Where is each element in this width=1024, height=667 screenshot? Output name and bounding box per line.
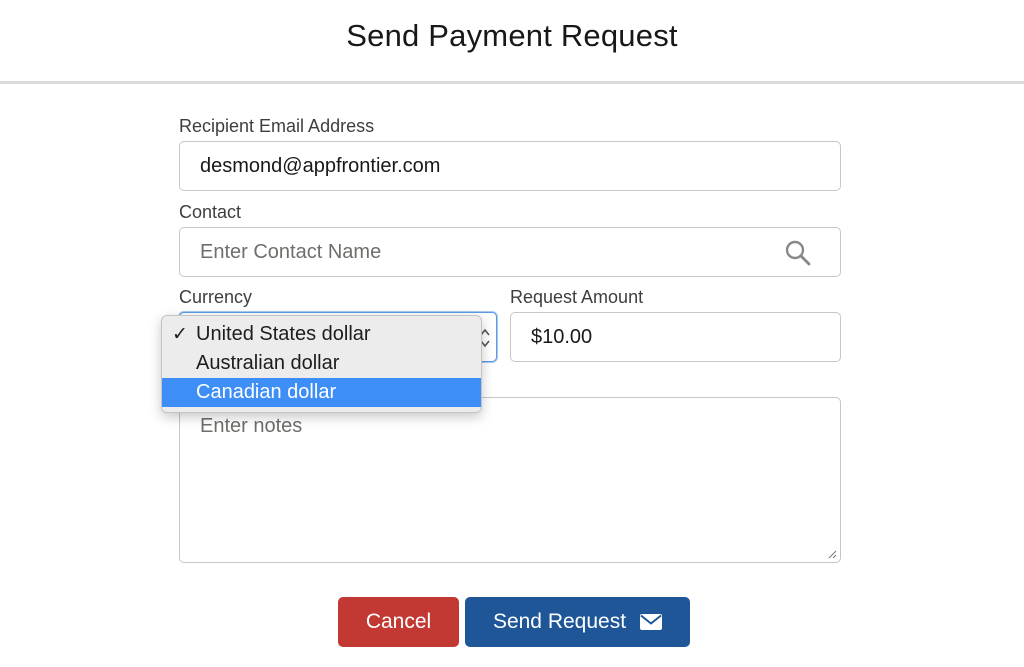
modal-header: Send Payment Request (0, 0, 1024, 84)
currency-option-usd[interactable]: ✓ United States dollar (162, 320, 481, 349)
currency-dropdown-menu: ✓ United States dollar Australian dollar… (161, 315, 482, 413)
search-icon[interactable] (784, 239, 812, 267)
currency-label: Currency (179, 287, 253, 307)
option-label: United States dollar (196, 323, 371, 345)
resize-handle-icon[interactable] (827, 549, 837, 559)
currency-option-aud[interactable]: Australian dollar (162, 349, 481, 378)
currency-option-cad[interactable]: Canadian dollar (162, 378, 481, 407)
amount-field[interactable]: $10.00 (510, 312, 841, 362)
contact-placeholder: Enter Contact Name (200, 240, 382, 263)
checkmark-icon: ✓ (172, 324, 188, 345)
email-field[interactable]: desmond@appfrontier.com (179, 141, 841, 191)
send-label: Send Request (492, 610, 627, 633)
cancel-label: Cancel (365, 610, 432, 633)
cancel-button[interactable]: Cancel (338, 597, 459, 647)
amount-value: $10.00 (531, 325, 593, 348)
email-label: Recipient Email Address (179, 116, 375, 136)
send-request-button[interactable]: Send Request (465, 597, 690, 647)
page-title: Send Payment Request (346, 18, 678, 53)
option-label: Canadian dollar (196, 381, 337, 403)
contact-search-input[interactable]: Enter Contact Name (179, 227, 841, 277)
mail-icon (640, 614, 663, 630)
contact-label: Contact (179, 202, 242, 222)
notes-textarea[interactable]: Enter notes (179, 397, 841, 563)
option-label: Australian dollar (196, 352, 340, 374)
notes-placeholder: Enter notes (200, 415, 303, 437)
amount-label: Request Amount (510, 287, 644, 307)
email-value: desmond@appfrontier.com (200, 154, 441, 177)
